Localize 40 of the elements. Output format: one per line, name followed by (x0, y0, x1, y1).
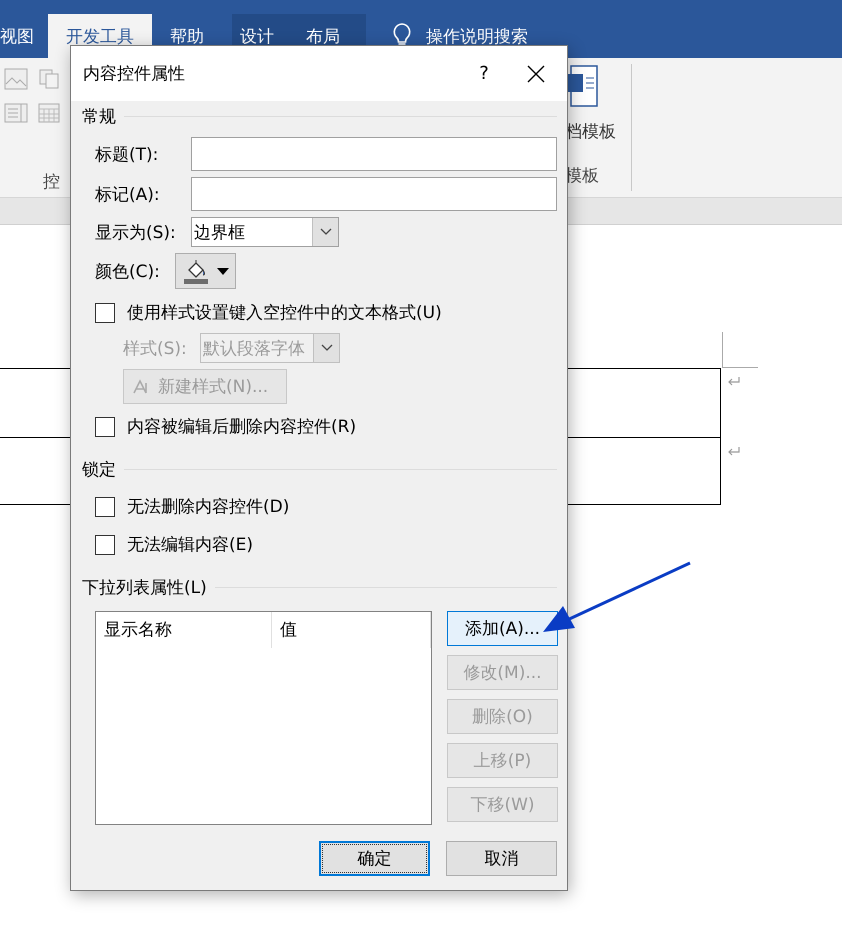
corner-mark (722, 332, 758, 368)
paint-bucket-icon (182, 258, 208, 284)
picture-control-icon[interactable] (4, 68, 28, 90)
chevron-down-icon (320, 344, 332, 352)
field-label: 显示为(S): (95, 222, 177, 244)
checkbox[interactable]: 内容被编辑后删除内容控件(R) (82, 415, 557, 438)
dialog-button[interactable]: 取消 (446, 841, 557, 876)
field-label: 颜色(C): (95, 260, 161, 282)
checkbox[interactable]: 无法编辑内容(E) (82, 533, 557, 556)
dialog-title: 内容控件属性 (83, 63, 186, 85)
paragraph-mark-icon (727, 376, 741, 388)
help-button[interactable]: ? (469, 63, 499, 84)
copy-icon[interactable] (38, 68, 60, 90)
color-button[interactable] (175, 253, 236, 289)
chevron-down-icon (320, 228, 332, 236)
paragraph-mark-icon (727, 446, 741, 458)
tell-me-search[interactable]: 操作说明搜索 (426, 24, 528, 48)
combo-box-icon[interactable] (4, 102, 28, 124)
checkbox[interactable]: 使用样式设置键入空控件中的文本格式(U) (82, 301, 557, 324)
dialog-button[interactable]: 确定 (319, 841, 430, 876)
calendar-icon[interactable] (38, 102, 60, 124)
text-field[interactable] (190, 137, 557, 171)
section-heading: 锁定 (82, 459, 116, 481)
section-heading: 下拉列表属性(L) (82, 577, 207, 599)
section-heading: 常规 (82, 106, 116, 128)
dropdown-arrow-icon (216, 268, 228, 274)
column-header[interactable]: 显示名称 (96, 612, 272, 648)
dropdown[interactable]: 边界框 (191, 217, 339, 247)
word-document-icon[interactable] (565, 64, 599, 108)
field-label: 标题(T): (95, 144, 160, 166)
ribbon-tab[interactable]: 视图 (0, 14, 48, 58)
column-header[interactable]: 值 (272, 612, 431, 648)
group-label: 控 (43, 171, 61, 193)
field-label: 标记(A): (95, 184, 161, 206)
list-box[interactable]: 显示名称 值 (95, 611, 432, 825)
checkbox[interactable]: 无法删除内容控件(D) (82, 495, 557, 518)
close-icon[interactable] (527, 64, 545, 82)
field-label: 样式(S): (123, 338, 188, 360)
list-action-button[interactable]: 添加(A)... (447, 611, 558, 646)
text-field[interactable] (190, 177, 557, 211)
